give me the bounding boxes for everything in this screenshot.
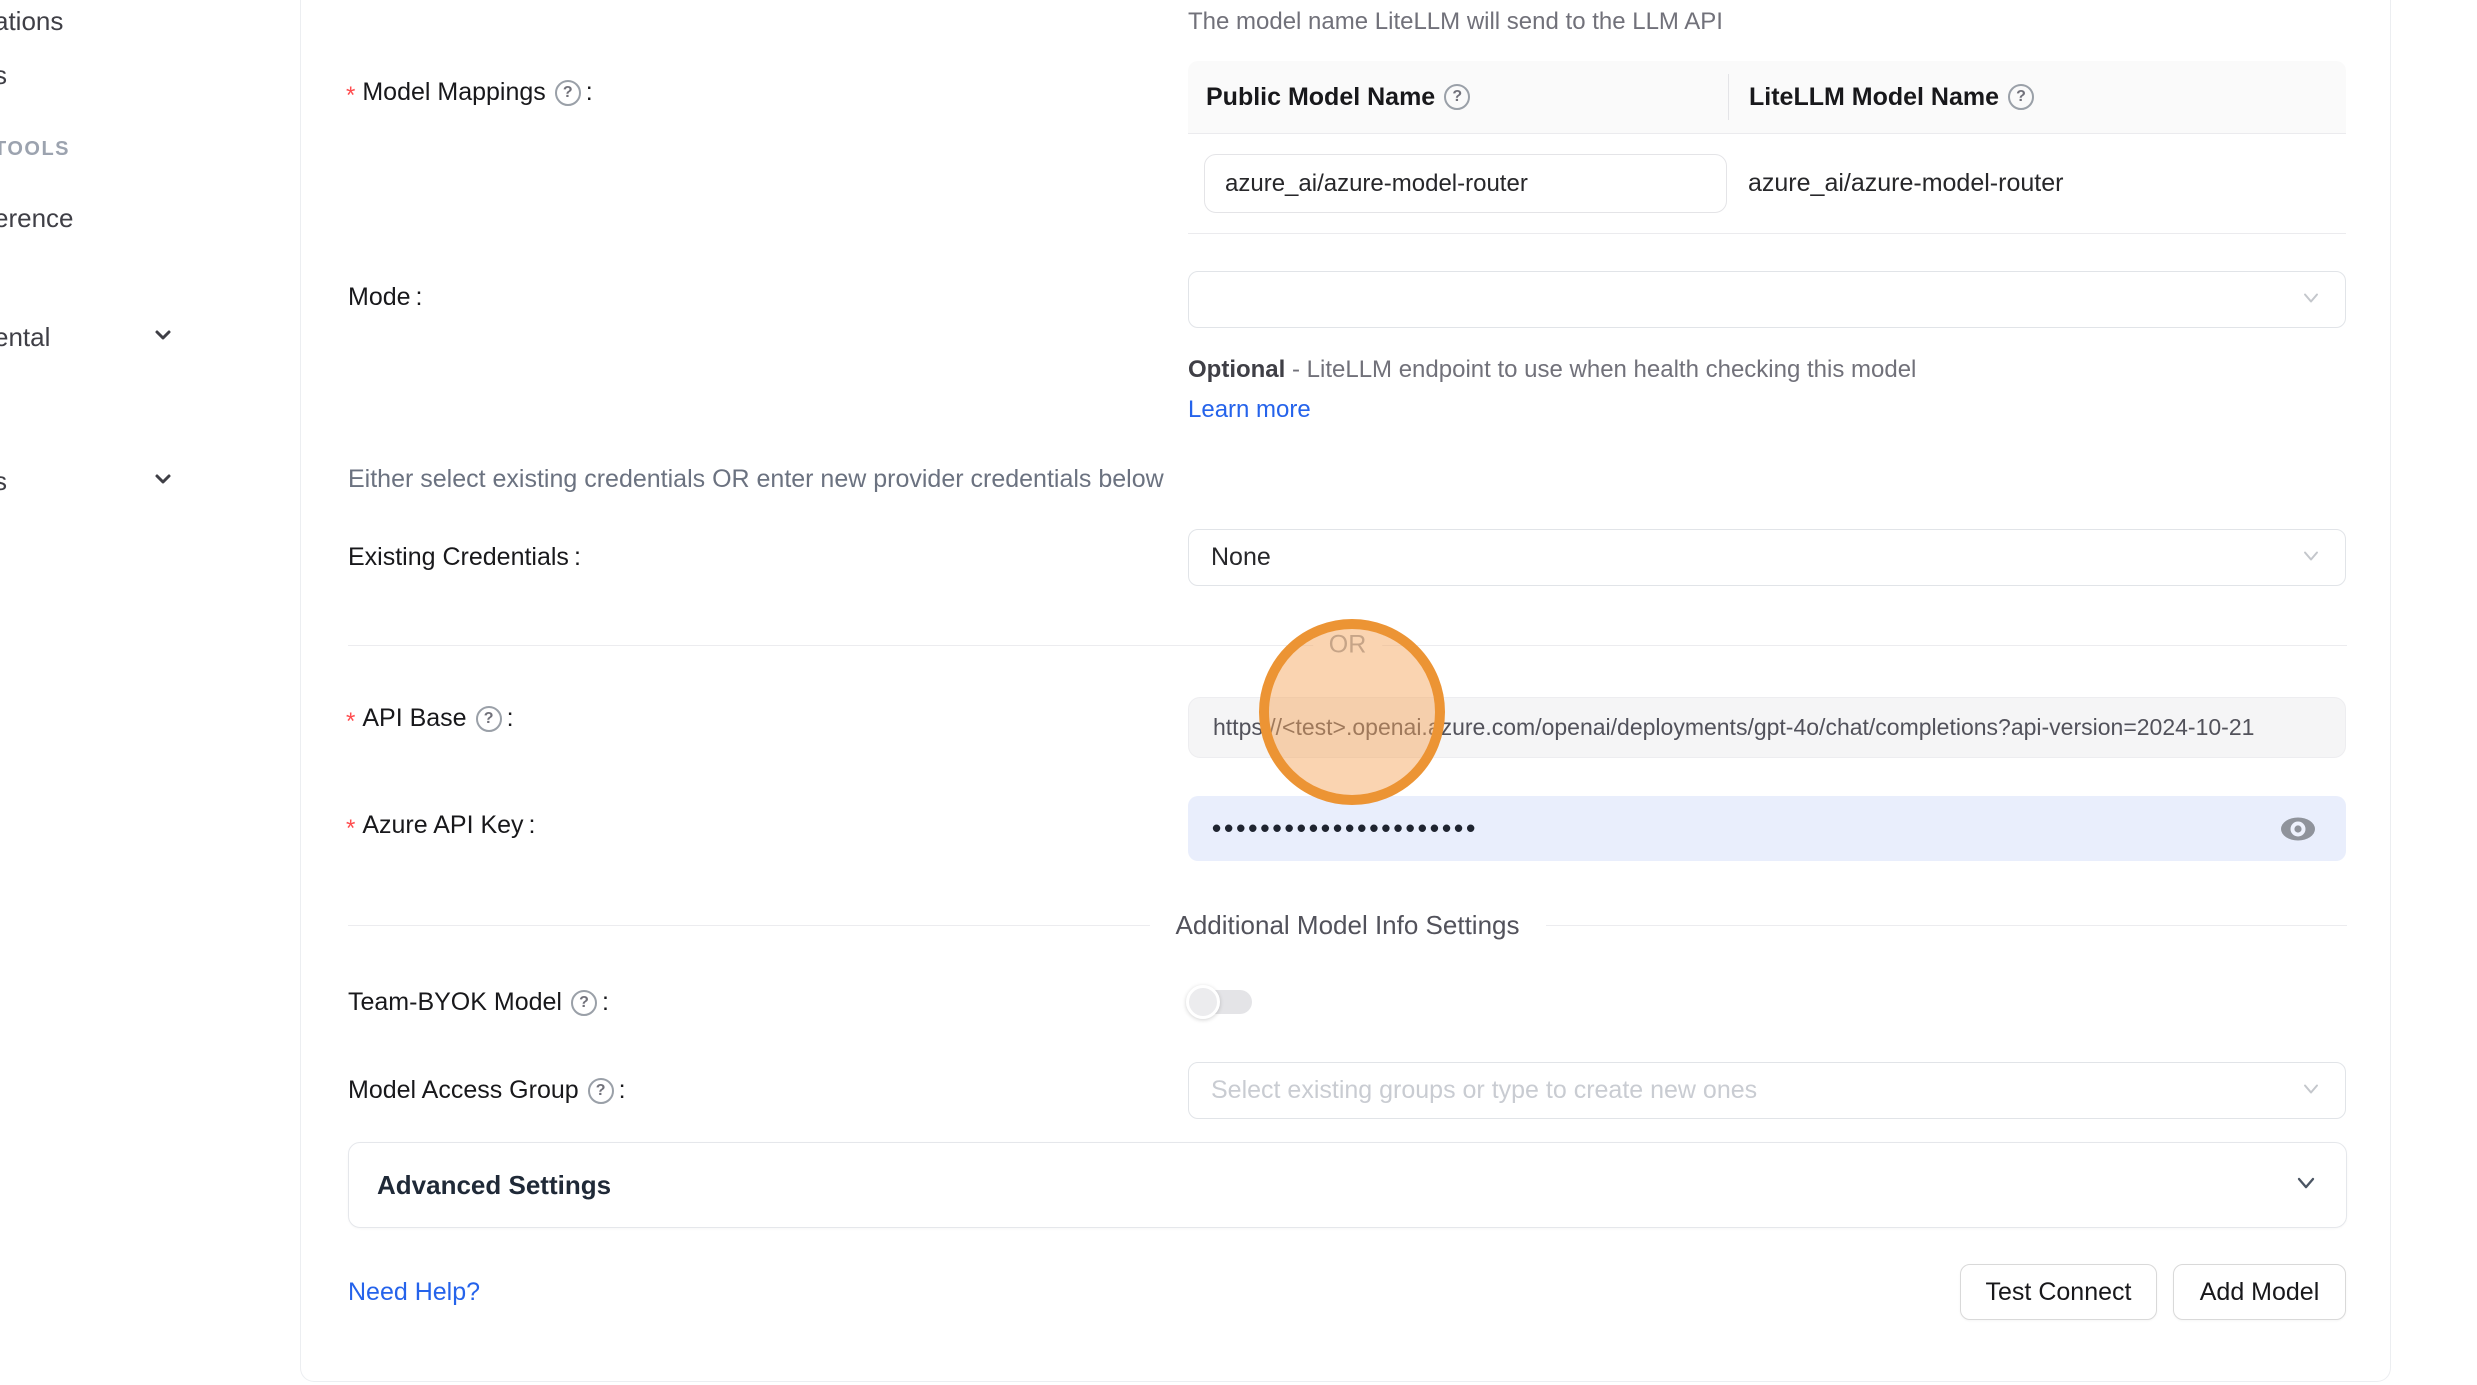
- model-access-group-select[interactable]: [1188, 1062, 2346, 1119]
- sidebar-item-label: s: [0, 466, 7, 496]
- sidebar-item-label: ations: [0, 6, 63, 36]
- or-divider-label: OR: [1313, 631, 1383, 660]
- table-header-row: Public Model Name ? LiteLLM Model Name ?: [1188, 61, 2346, 134]
- learn-more-link[interactable]: Learn more: [1188, 396, 1311, 423]
- column-header-public-model-name: Public Model Name ?: [1188, 83, 1728, 112]
- chevron-down-icon[interactable]: [152, 468, 174, 490]
- chevron-down-icon: [2299, 543, 2323, 572]
- litellm-model-name-value: azure_ai/azure-model-router: [1728, 169, 2346, 198]
- model-mappings-label: * Model Mappings ? :: [346, 78, 593, 107]
- sidebar-item-1[interactable]: s: [0, 60, 7, 91]
- model-access-group-label: Model Access Group ? :: [348, 1076, 626, 1105]
- required-mark: *: [346, 708, 355, 736]
- sidebar-item-label: s: [0, 60, 7, 90]
- mode-help-text: Optional - LiteLLM endpoint to use when …: [1188, 350, 1978, 430]
- litellm-model-name-helper: The model name LiteLLM will send to the …: [1188, 8, 1723, 36]
- model-access-group-input[interactable]: [1189, 1076, 2345, 1105]
- divider-label: Additional Model Info Settings: [1150, 910, 1546, 941]
- sidebar-item-label: erence: [0, 203, 74, 233]
- sidebar-section-tools: TOOLS: [0, 138, 70, 161]
- mode-label: Mode :: [348, 283, 423, 312]
- model-mappings-table: Public Model Name ? LiteLLM Model Name ?…: [1188, 61, 2346, 234]
- help-icon[interactable]: ?: [571, 990, 597, 1016]
- column-header-litellm-model-name: LiteLLM Model Name ?: [1728, 74, 2346, 120]
- sidebar-item-label: ental: [0, 322, 50, 352]
- selected-value: None: [1189, 543, 1271, 572]
- test-connect-button[interactable]: Test Connect: [1960, 1264, 2157, 1320]
- help-icon[interactable]: ?: [1444, 84, 1470, 110]
- team-byok-label: Team-BYOK Model ? :: [348, 988, 609, 1017]
- additional-model-info-divider: Additional Model Info Settings: [348, 910, 2347, 941]
- sidebar-item-organizations[interactable]: ations: [0, 6, 63, 37]
- table-row: azure_ai/azure-model-router: [1188, 134, 2346, 234]
- existing-credentials-label: Existing Credentials :: [348, 543, 581, 572]
- chevron-down-icon: [2292, 1169, 2320, 1202]
- advanced-settings-label: Advanced Settings: [349, 1170, 611, 1201]
- help-icon[interactable]: ?: [588, 1078, 614, 1104]
- team-byok-toggle[interactable]: [1188, 988, 1252, 1016]
- masked-api-key: ••••••••••••••••••••••: [1188, 813, 1478, 844]
- credentials-note: Either select existing credentials OR en…: [348, 465, 1164, 494]
- sidebar-item-experimental[interactable]: ental: [0, 322, 50, 353]
- mode-select[interactable]: [1188, 271, 2346, 328]
- azure-api-key-label: * Azure API Key :: [346, 811, 536, 840]
- help-icon[interactable]: ?: [476, 706, 502, 732]
- advanced-settings-panel[interactable]: Advanced Settings: [348, 1142, 2347, 1228]
- add-model-button[interactable]: Add Model: [2173, 1264, 2346, 1320]
- azure-api-key-input[interactable]: ••••••••••••••••••••••: [1188, 796, 2346, 861]
- eye-icon[interactable]: [2278, 813, 2318, 845]
- chevron-down-icon: [2299, 285, 2323, 314]
- need-help-link[interactable]: Need Help?: [348, 1278, 480, 1307]
- sidebar-item-settings[interactable]: s: [0, 466, 7, 497]
- chevron-down-icon[interactable]: [152, 324, 174, 346]
- existing-credentials-select[interactable]: None: [1188, 529, 2346, 586]
- chevron-down-icon: [2299, 1076, 2323, 1105]
- public-model-name-input[interactable]: [1204, 154, 1727, 213]
- add-model-page: ations s TOOLS erence ental s The model …: [0, 0, 2477, 1385]
- api-base-input[interactable]: https://<test>.openai.azure.com/openai/d…: [1188, 697, 2346, 758]
- sidebar: ations s TOOLS erence ental s: [0, 0, 300, 1385]
- required-mark: *: [346, 815, 355, 843]
- sidebar-item-inference[interactable]: erence: [0, 203, 74, 234]
- help-icon[interactable]: ?: [2008, 84, 2034, 110]
- required-mark: *: [346, 82, 355, 110]
- api-base-label: * API Base ? :: [346, 704, 514, 733]
- help-icon[interactable]: ?: [555, 80, 581, 106]
